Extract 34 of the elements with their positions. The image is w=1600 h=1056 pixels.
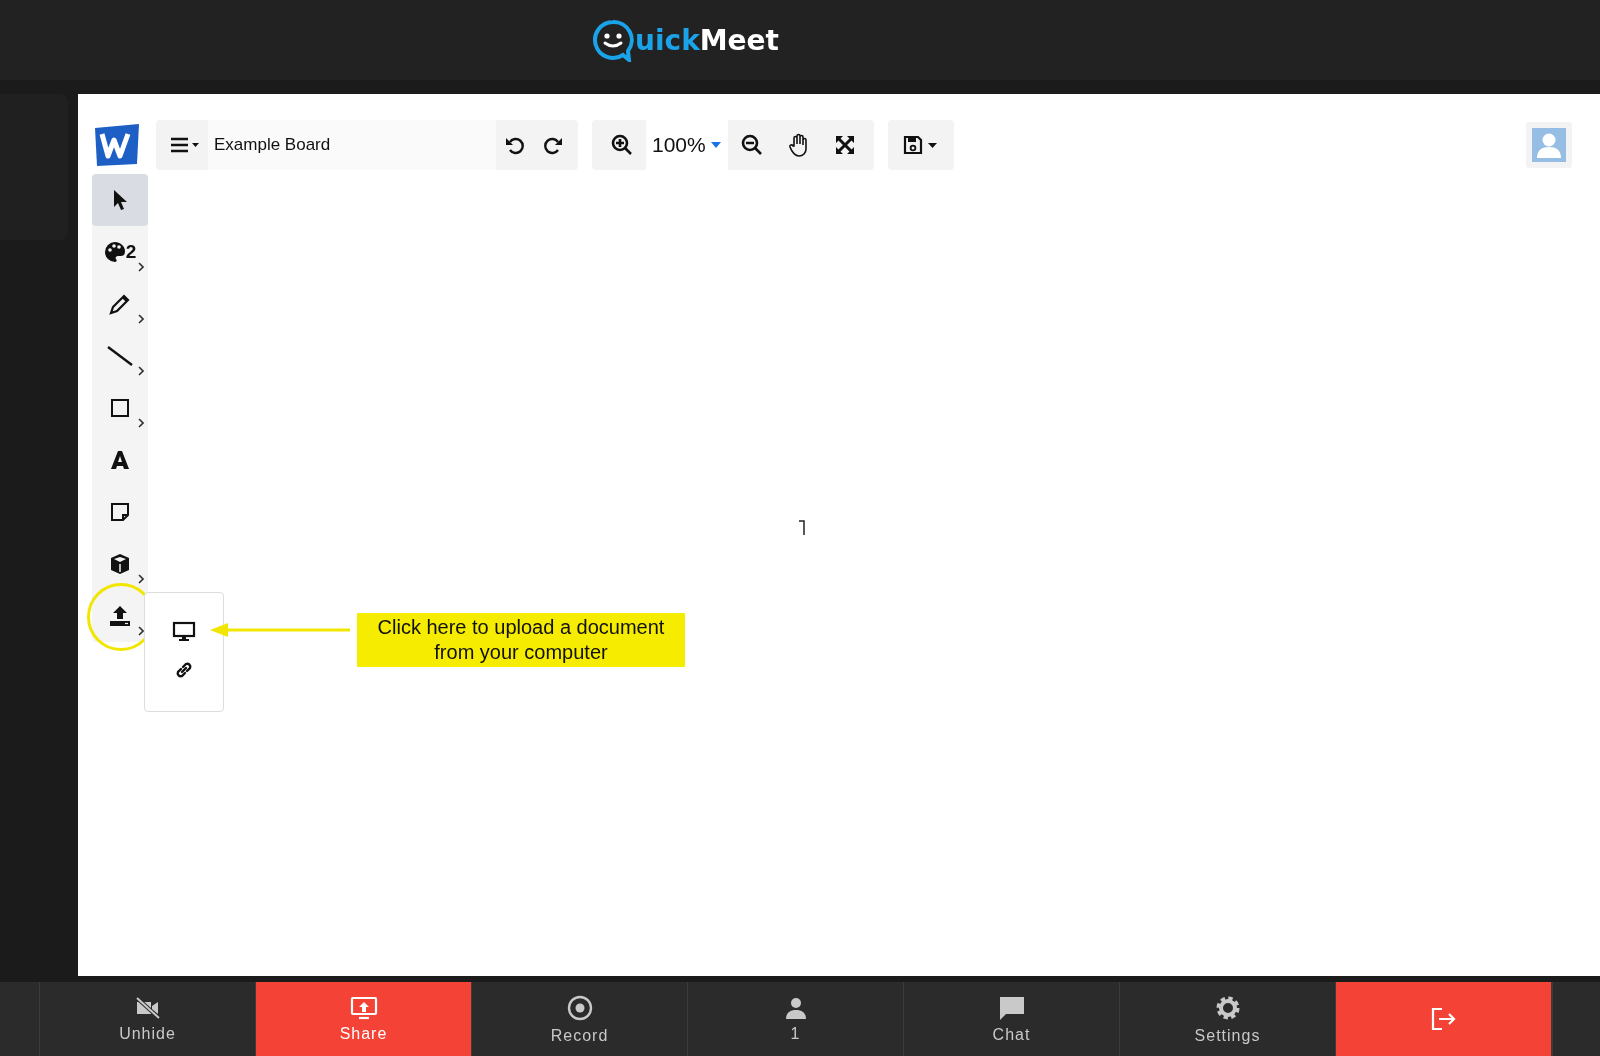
floppy-disk-icon: [901, 134, 940, 156]
upload-icon: [108, 605, 132, 627]
person-icon: [783, 995, 808, 1020]
square-icon: [110, 398, 130, 418]
sticky-note-icon: [110, 502, 130, 522]
zoom-in-icon: [610, 133, 634, 157]
expand-arrows-icon: [833, 134, 856, 156]
letter-icon: [110, 450, 130, 470]
hand-icon: [787, 133, 810, 157]
exit-icon: [1429, 1006, 1458, 1032]
line-icon: [106, 345, 134, 367]
record-icon: [565, 993, 594, 1022]
board-title[interactable]: Example Board: [208, 120, 496, 170]
cursor-mark-icon: [798, 520, 806, 536]
menu-icon: [170, 136, 200, 154]
chat-icon: [997, 994, 1026, 1021]
app-logo: uickMeet: [591, 18, 779, 62]
palette-icon: [103, 241, 126, 263]
zoom-out-icon: [739, 133, 764, 157]
monitor-icon: [172, 621, 196, 643]
whiteboard-logo-icon: [92, 122, 142, 168]
palette-tool[interactable]: 2: [92, 226, 148, 278]
pencil-icon: [109, 293, 131, 315]
screen-share-icon: [349, 995, 378, 1020]
avatar-icon: [1532, 128, 1566, 162]
camera-off-icon: [133, 995, 162, 1020]
share-button[interactable]: Share: [256, 982, 472, 1056]
smiley-chat-icon: [591, 18, 635, 62]
select-tool[interactable]: [92, 174, 148, 226]
color-count: 2: [125, 241, 137, 263]
zoom-level-dropdown[interactable]: 100%: [646, 120, 728, 170]
annotation-callout: Click here to upload a document from your computer: [357, 613, 685, 667]
caret-icon: [709, 141, 722, 149]
cube-icon: [109, 553, 131, 575]
